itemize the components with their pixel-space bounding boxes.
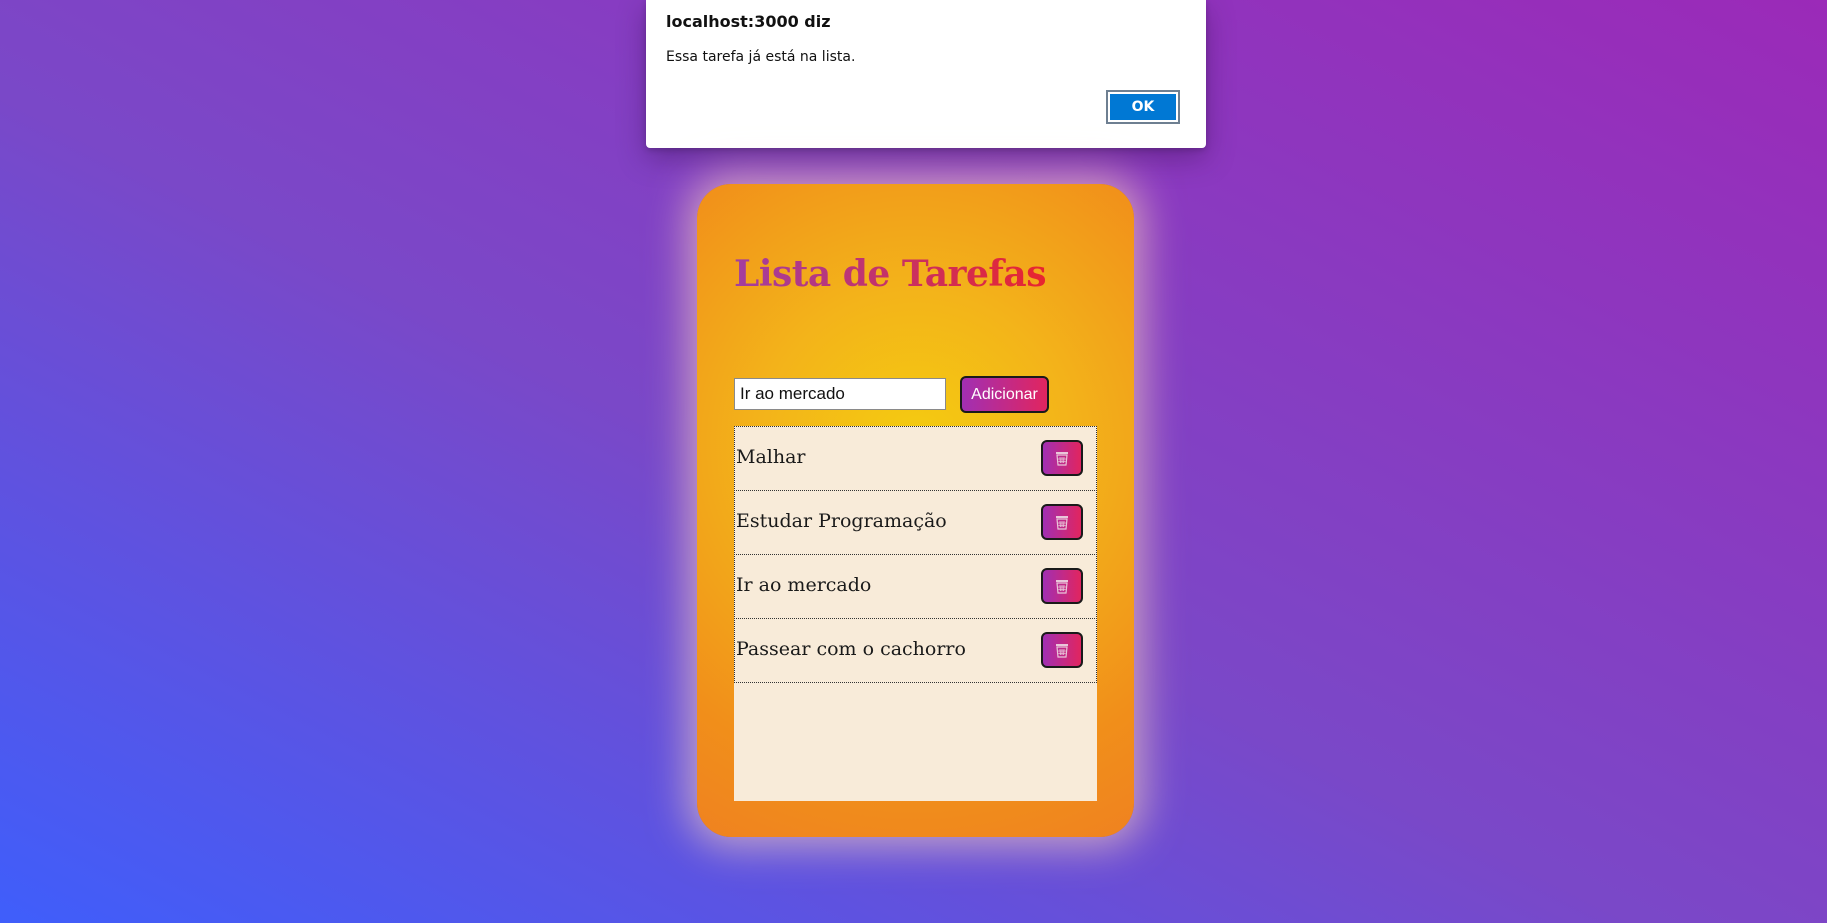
- task-input[interactable]: [734, 378, 946, 410]
- task-text: Passear com o cachorro: [736, 638, 966, 660]
- trash-icon: [1056, 580, 1068, 594]
- page-title: Lista de Tarefas: [734, 253, 1046, 295]
- delete-task-button[interactable]: [1041, 568, 1083, 604]
- alert-dialog: localhost:3000 diz Essa tarefa já está n…: [646, 0, 1206, 148]
- task-item: Estudar Programação: [734, 490, 1097, 555]
- task-item: Ir ao mercado: [734, 554, 1097, 619]
- alert-title: localhost:3000 diz: [666, 12, 831, 31]
- task-list: Malhar Estudar Programação Ir ao mercado…: [734, 426, 1097, 801]
- task-item: Malhar: [734, 426, 1097, 491]
- task-text: Estudar Programação: [736, 510, 947, 532]
- alert-ok-button[interactable]: OK: [1106, 90, 1180, 124]
- trash-icon: [1056, 644, 1068, 658]
- delete-task-button[interactable]: [1041, 504, 1083, 540]
- task-card: Lista de Tarefas Adicionar Malhar Estuda…: [697, 184, 1134, 837]
- delete-task-button[interactable]: [1041, 632, 1083, 668]
- task-text: Ir ao mercado: [736, 574, 872, 596]
- trash-icon: [1056, 516, 1068, 530]
- alert-message: Essa tarefa já está na lista.: [666, 49, 856, 65]
- trash-icon: [1056, 452, 1068, 466]
- task-text: Malhar: [736, 446, 806, 468]
- task-item: Passear com o cachorro: [734, 618, 1097, 683]
- delete-task-button[interactable]: [1041, 440, 1083, 476]
- add-task-button[interactable]: Adicionar: [960, 376, 1049, 413]
